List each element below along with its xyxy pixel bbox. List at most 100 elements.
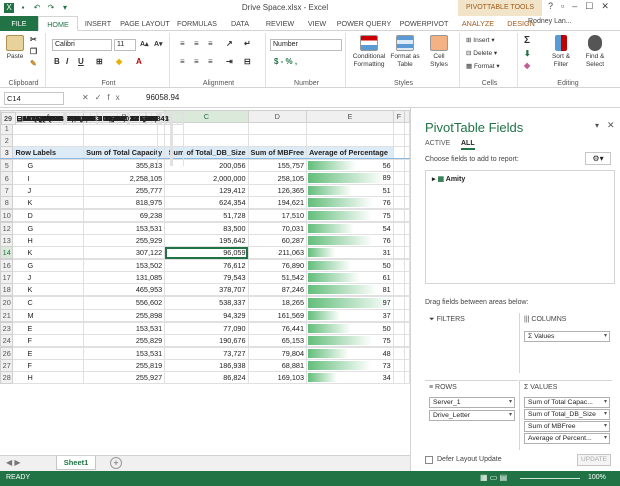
sub-label-cell[interactable]: K (12, 195, 85, 209)
value-cell[interactable]: 51,542 (247, 271, 308, 285)
restore-ribbon-icon[interactable]: ▫ (561, 1, 564, 12)
value-cell[interactable]: 131,085 (83, 271, 166, 285)
cut-icon[interactable]: ✂ (30, 35, 37, 44)
percentage-bar-cell[interactable]: 75 (306, 208, 394, 222)
value-cell[interactable]: 258,105 (247, 171, 308, 185)
format-cells-button[interactable]: ▦ Format ▾ (466, 63, 500, 71)
find-select-button[interactable]: Find & Select (578, 35, 612, 69)
row-header[interactable]: 28 (0, 370, 14, 385)
percentage-bar-cell[interactable]: 31 (306, 246, 394, 260)
value-cell[interactable]: 378,707 (164, 283, 249, 297)
cell[interactable] (392, 346, 406, 360)
percentage-bar-cell[interactable]: 48 (306, 346, 394, 360)
grow-font-icon[interactable]: A▴ (140, 40, 149, 48)
sub-label-cell[interactable]: D (12, 208, 85, 222)
value-cell[interactable]: 194,621 (247, 195, 308, 209)
italic-icon[interactable]: I (66, 57, 68, 66)
sub-label-cell[interactable]: G (12, 221, 85, 235)
align-bottom-icon[interactable]: ≡ (208, 39, 213, 48)
indent-icon[interactable]: ⇥ (226, 57, 233, 66)
percentage-bar-cell[interactable]: 50 (306, 321, 394, 335)
sub-label-cell[interactable]: H (12, 370, 85, 385)
cell[interactable] (392, 195, 406, 209)
values-area[interactable]: Σ VALUES Sum of Total Capac... ▾ Sum of T… (519, 380, 612, 450)
value-cell[interactable]: 155,757 (247, 159, 308, 173)
zoom-slider[interactable] (520, 478, 580, 479)
format-as-table-button[interactable]: Format as Table (388, 35, 422, 69)
cell[interactable] (392, 171, 406, 185)
row-header[interactable]: 21 (0, 308, 14, 322)
value-cell[interactable]: 255,929 (83, 233, 166, 248)
tab-review[interactable]: REVIEW (258, 16, 302, 31)
value-cell[interactable]: 51,728 (164, 208, 249, 222)
fill-color-icon[interactable]: ◆ (116, 57, 122, 66)
percentage-bar-cell[interactable]: 89 (306, 171, 394, 185)
value-cell[interactable]: 186,938 (164, 358, 249, 372)
view-buttons[interactable]: ▦ ▭ ▤ (480, 473, 507, 482)
column-header-f[interactable]: F (392, 110, 406, 124)
columns-area[interactable]: ||| COLUMNS Σ Values ▾ (519, 313, 612, 373)
percentage-bar-cell[interactable]: 97 (306, 296, 394, 310)
value-cell[interactable]: 77,090 (164, 321, 249, 335)
row-header[interactable]: 20 (0, 296, 14, 310)
row-header[interactable]: 8 (0, 195, 14, 209)
row-header[interactable]: 6 (0, 171, 14, 185)
field-list[interactable]: ▸ ▦ Amity (425, 170, 615, 284)
sub-label-cell[interactable]: I (12, 171, 85, 185)
percentage-bar-cell[interactable]: 50 (306, 259, 394, 273)
cell[interactable] (392, 333, 406, 347)
value-cell[interactable]: 255,927 (83, 370, 166, 385)
value-cell[interactable]: 255,819 (83, 358, 166, 372)
row-header[interactable]: 23 (0, 321, 14, 335)
value-cell[interactable]: 538,337 (164, 296, 249, 310)
value-cell[interactable]: 153,502 (83, 259, 166, 273)
formula-buttons[interactable]: ✕✓fx (82, 93, 126, 102)
underline-icon[interactable]: U (78, 57, 84, 66)
value-cell[interactable]: 556,602 (83, 296, 166, 310)
tab-active[interactable]: ACTIVE (425, 140, 450, 147)
value-cell[interactable]: 18,265 (247, 296, 308, 310)
cell[interactable] (247, 134, 308, 148)
values-chip-total-capacity[interactable]: Sum of Total Capac... ▾ (524, 397, 610, 408)
cell[interactable] (392, 246, 406, 260)
value-cell[interactable]: 87,246 (247, 283, 308, 297)
group-label-cell[interactable]: ⊟ALUCLACZ (14, 111, 66, 126)
insert-cells-button[interactable]: ⊞ Insert ▾ (466, 37, 495, 45)
fill-icon[interactable]: ⬇ (524, 49, 531, 58)
sub-label-cell[interactable]: F (12, 358, 85, 372)
cell[interactable] (392, 122, 406, 136)
cell[interactable] (392, 183, 406, 197)
cell[interactable] (392, 358, 406, 372)
orientation-icon[interactable]: ↗ (226, 39, 233, 48)
name-box[interactable]: C14 (4, 92, 64, 105)
formula-input[interactable]: 96058.94 (146, 93, 179, 102)
paste-button[interactable]: Paste (4, 35, 26, 61)
tab-view[interactable]: VIEW (302, 16, 332, 31)
value-cell[interactable]: 2,000,000 (164, 171, 249, 185)
value-cell[interactable]: 65,153 (247, 333, 308, 347)
cell[interactable] (392, 159, 406, 173)
conditional-formatting-button[interactable]: Conditional Formatting (350, 35, 388, 69)
value-cell[interactable]: 1,897,012 (101, 111, 141, 126)
value-cell[interactable]: 169,103 (247, 370, 308, 385)
pivot-header-cell[interactable]: Sum of MBFree (247, 146, 308, 160)
worksheet-grid[interactable]: A B C D E F 1 2 3 Row Labels Sum of Total Capacity… (0, 110, 410, 455)
column-header-e[interactable]: E (306, 110, 394, 124)
sub-label-cell[interactable]: K (12, 246, 85, 260)
value-cell[interactable]: 79,804 (247, 346, 308, 360)
cell[interactable] (392, 134, 406, 148)
value-cell[interactable]: 73,727 (164, 346, 249, 360)
row-header[interactable]: 13 (0, 233, 14, 248)
value-cell[interactable]: 94,329 (164, 308, 249, 322)
percentage-bar-cell[interactable]: 81 (306, 283, 394, 297)
value-cell[interactable]: 153,531 (83, 321, 166, 335)
cell[interactable] (247, 122, 308, 136)
cell[interactable] (392, 321, 406, 335)
values-chip-mbfree[interactable]: Sum of MBFree ▾ (524, 421, 610, 432)
rows-chip-drive-letter[interactable]: Drive_Letter ▾ (429, 410, 515, 421)
tab-page-layout[interactable]: PAGE LAYOUT (118, 16, 172, 31)
cell[interactable] (392, 146, 406, 160)
sub-label-cell[interactable]: M (12, 308, 85, 322)
number-symbols[interactable]: $ - % , (274, 57, 297, 66)
wrap-text-icon[interactable]: ↵ (244, 39, 251, 48)
